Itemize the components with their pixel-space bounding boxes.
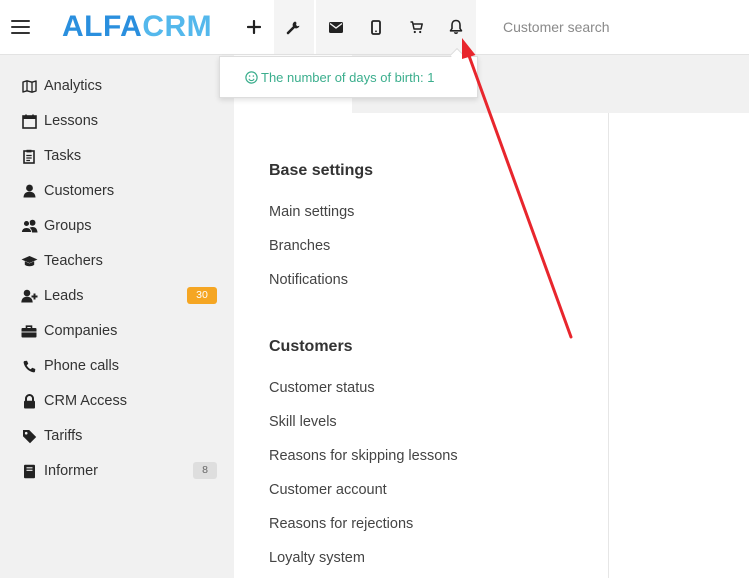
informer-count-badge: 8: [193, 462, 217, 479]
phone-call-icon: [20, 358, 38, 374]
link-skill-levels[interactable]: Skill levels: [269, 414, 337, 430]
sidebar-item-label: Informer: [44, 463, 98, 479]
cart-icon: [410, 20, 423, 33]
wrench-icon: [286, 21, 300, 35]
link-main-settings[interactable]: Main settings: [269, 204, 354, 220]
sidebar-item-informer[interactable]: Informer 8: [0, 454, 234, 488]
tag-icon: [20, 428, 38, 444]
mail-icon: [329, 21, 343, 33]
link-notifications[interactable]: Notifications: [269, 272, 348, 288]
sidebar-item-label: Leads: [44, 288, 84, 304]
sidebar-item-label: Companies: [44, 323, 118, 339]
link-reasons-for-rejections[interactable]: Reasons for rejections: [269, 516, 413, 532]
sidebar-item-customers[interactable]: Customers: [0, 174, 234, 208]
logo-part-alfa: ALFA: [62, 10, 143, 43]
settings-button[interactable]: [274, 0, 314, 54]
sidebar-item-label: Lessons: [44, 113, 99, 129]
phone-icon: [371, 19, 381, 35]
link-reasons-skipping-lessons[interactable]: Reasons for skipping lessons: [269, 448, 458, 464]
sidebar-item-teachers[interactable]: Teachers: [0, 244, 234, 278]
calendar-icon: [20, 113, 38, 129]
sidebar: Analytics Lessons Tasks Customers Groups…: [0, 55, 234, 578]
sidebar-item-lessons[interactable]: Lessons: [0, 104, 234, 138]
map-icon: [20, 78, 38, 94]
sidebar-item-label: Teachers: [44, 253, 103, 269]
menu-icon[interactable]: [10, 16, 32, 38]
bell-icon: [449, 19, 463, 35]
sidebar-item-tasks[interactable]: Tasks: [0, 139, 234, 173]
smile-icon: [245, 70, 258, 84]
logo-part-crm: CRM: [142, 10, 213, 43]
notifications-button[interactable]: [436, 0, 476, 54]
customer-search-input[interactable]: [478, 0, 749, 54]
sidebar-item-label: Analytics: [44, 78, 103, 94]
user-icon: [20, 183, 38, 199]
add-button[interactable]: [234, 0, 274, 54]
sidebar-item-phone-calls[interactable]: Phone calls: [0, 349, 234, 383]
graduation-cap-icon: [20, 253, 38, 269]
app-logo[interactable]: ALFACRM: [62, 11, 212, 43]
section-title-customers: Customers: [269, 338, 353, 355]
link-customer-status[interactable]: Customer status: [269, 380, 375, 396]
notification-popup[interactable]: The number of days of birth: 1: [219, 56, 478, 98]
sidebar-item-groups[interactable]: Groups: [0, 209, 234, 243]
sidebar-item-analytics[interactable]: Analytics: [0, 69, 234, 103]
briefcase-icon: [20, 323, 38, 339]
link-branches[interactable]: Branches: [269, 238, 330, 254]
notification-text: The number of days of birth: 1: [261, 69, 435, 85]
sidebar-item-label: CRM Access: [44, 393, 127, 409]
book-icon: [20, 463, 38, 479]
cart-button[interactable]: [396, 0, 436, 54]
sidebar-item-tariffs[interactable]: Tariffs: [0, 419, 234, 453]
user-plus-icon: [20, 288, 38, 304]
sidebar-item-label: Tasks: [44, 148, 82, 164]
sidebar-item-label: Tariffs: [44, 428, 83, 444]
link-loyalty-system[interactable]: Loyalty system: [269, 550, 365, 566]
mobile-button[interactable]: [356, 0, 396, 54]
users-icon: [20, 218, 38, 234]
settings-panel: Base settings Main settings Branches Not…: [235, 113, 609, 578]
top-bar: ALFACRM: [0, 0, 749, 55]
sidebar-item-companies[interactable]: Companies: [0, 314, 234, 348]
link-customer-account[interactable]: Customer account: [269, 482, 387, 498]
section-title-base-settings: Base settings: [269, 162, 374, 179]
clipboard-icon: [20, 148, 38, 164]
sidebar-item-crm-access[interactable]: CRM Access: [0, 384, 234, 418]
sidebar-item-label: Customers: [44, 183, 115, 199]
sidebar-item-label: Groups: [44, 218, 92, 234]
leads-count-badge: 30: [187, 287, 217, 304]
lock-icon: [20, 393, 38, 409]
sidebar-item-leads[interactable]: Leads 30: [0, 279, 234, 313]
sidebar-item-label: Phone calls: [44, 358, 119, 374]
mail-button[interactable]: [316, 0, 356, 54]
add-icon: [247, 20, 261, 34]
